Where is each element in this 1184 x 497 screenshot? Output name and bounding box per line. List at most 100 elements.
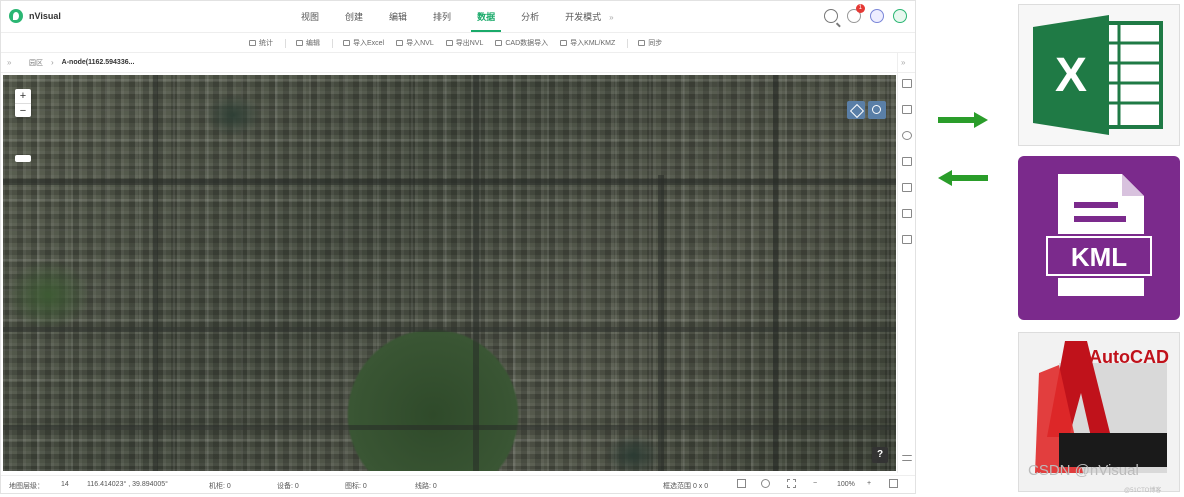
kml-file-icon: KML: [1044, 174, 1154, 296]
kml-label: KML: [1071, 242, 1127, 272]
breadcrumb-chevron-icon: ›: [51, 58, 54, 67]
monitor-icon[interactable]: [902, 235, 912, 244]
satellite-imagery: [3, 75, 896, 471]
import-nvl-button[interactable]: 导入NVL: [396, 38, 434, 48]
icon-count: 图标: 0: [345, 483, 367, 490]
collapse-left-icon[interactable]: »: [7, 58, 11, 67]
zoom-out-icon[interactable]: −: [813, 480, 817, 487]
compass-icon[interactable]: [870, 9, 884, 23]
stats-button[interactable]: 统计: [249, 38, 273, 48]
device-count: 设备: 0: [277, 483, 299, 490]
toolbar-divider: [627, 38, 629, 48]
menu-create[interactable]: 创建: [345, 1, 363, 33]
pointer-icon[interactable]: [737, 479, 746, 488]
app-logo[interactable]: nVisual: [9, 9, 61, 23]
cad-import-button[interactable]: CAD数据导入: [495, 38, 548, 48]
notification-badge: 1: [855, 4, 865, 13]
export-nvl-button[interactable]: 导出NVL: [445, 38, 483, 48]
menu-edit[interactable]: 编辑: [389, 1, 407, 33]
zoom-in-button[interactable]: +: [15, 89, 31, 103]
sync-icon: [638, 40, 646, 46]
stats-icon: [249, 40, 256, 46]
import-icon: [396, 40, 404, 46]
cabinet-count: 机柜: 0: [209, 483, 231, 490]
watermark: CSDN @nVisual: [1028, 462, 1139, 479]
coordinates: 116.414023° , 39.894005°: [87, 481, 168, 488]
help-button[interactable]: ?: [872, 447, 888, 463]
map-road: [3, 425, 896, 430]
map-road: [153, 75, 158, 471]
map-level-value: 14: [61, 481, 69, 488]
map-search-icon[interactable]: [868, 101, 886, 119]
satellite-map[interactable]: + − ?: [3, 75, 896, 471]
document-icon[interactable]: [902, 105, 912, 114]
search-icon[interactable]: [824, 9, 838, 23]
import-kml-label: 导入KML/KMZ: [570, 40, 616, 47]
zoom-out-button[interactable]: −: [15, 103, 31, 117]
main-menu: 视图 创建 编辑 排列 数据 分析 开发模式 »: [301, 1, 614, 33]
menu-more-icon[interactable]: »: [609, 13, 613, 22]
map-level-label: 地图层级：: [9, 483, 44, 490]
app-name: nVisual: [29, 11, 61, 21]
arrow-left-icon: [938, 170, 988, 186]
status-bar: 地图层级： 14 116.414023° , 39.894005° 机柜: 0 …: [1, 475, 915, 493]
export-icon: [445, 40, 453, 46]
cad-icon: [495, 40, 503, 46]
right-tool-sidebar: [897, 53, 915, 473]
zoom-control: + −: [15, 89, 31, 117]
properties-icon[interactable]: [902, 79, 912, 88]
arrow-right-icon: [938, 112, 988, 128]
list-icon[interactable]: [902, 183, 912, 192]
menu-data[interactable]: 数据: [471, 1, 502, 33]
top-menu-bar: nVisual 视图 创建 编辑 排列 数据 分析 开发模式 » 1: [1, 1, 915, 33]
user-avatar-icon[interactable]: [893, 9, 907, 23]
menu-analysis[interactable]: 分析: [521, 1, 539, 33]
selection-range: 框选范围 0 x 0: [663, 483, 709, 490]
edit-label: 编辑: [306, 40, 320, 47]
watermark-sub: @51CTO博客: [1124, 488, 1162, 494]
breadcrumb-root[interactable]: 园区: [29, 58, 43, 68]
zoom-percent: 100%: [837, 481, 855, 488]
breadcrumb: » 园区 › A-node(1162.594336... »: [1, 53, 915, 73]
import-excel-label: 导入Excel: [353, 40, 385, 47]
excel-logo-card: X: [1018, 4, 1180, 146]
sync-label: 同步: [648, 40, 663, 47]
notification-icon[interactable]: 1: [847, 4, 865, 23]
excel-letter: X: [1055, 49, 1087, 102]
breadcrumb-current: A-node(1162.594336...: [61, 59, 135, 66]
menu-arrange[interactable]: 排列: [433, 1, 451, 33]
zoom-level-slider[interactable]: [15, 155, 31, 162]
import-nvl-label: 导入NVL: [406, 40, 434, 47]
image-icon[interactable]: [902, 209, 912, 218]
swap-icon[interactable]: [902, 157, 912, 166]
cad-import-label: CAD数据导入: [505, 40, 549, 47]
import-excel-button[interactable]: 导入Excel: [343, 38, 384, 48]
layers-icon[interactable]: [847, 101, 865, 119]
stats-label: 统计: [259, 40, 273, 47]
nvisual-app-window: nVisual 视图 创建 编辑 排列 数据 分析 开发模式 » 1 统计 编辑: [0, 0, 916, 494]
fit-screen-icon[interactable]: [787, 479, 796, 488]
nvisual-logo-icon: [9, 9, 23, 23]
import-kml-button[interactable]: 导入KML/KMZ: [560, 38, 615, 48]
zoom-in-icon[interactable]: +: [867, 480, 871, 487]
menu-view[interactable]: 视图: [301, 1, 319, 33]
toolbar-divider: [332, 38, 333, 48]
toolbar-divider: [285, 38, 286, 48]
network-icon[interactable]: [902, 131, 912, 140]
map-road: [658, 175, 664, 471]
edit-icon: [296, 40, 303, 46]
settings-icon[interactable]: [761, 479, 770, 488]
map-road: [473, 75, 479, 471]
kml-logo-card: KML: [1018, 156, 1180, 320]
edit-button[interactable]: 编辑: [296, 38, 320, 48]
menu-dev-mode[interactable]: 开发模式: [565, 1, 601, 33]
line-count: 线路: 0: [415, 483, 437, 490]
excel-icon: X: [1033, 15, 1163, 135]
fullscreen-icon[interactable]: [889, 479, 898, 488]
map-road: [3, 179, 896, 185]
menu-icon[interactable]: [902, 455, 912, 461]
import-icon: [343, 40, 350, 46]
map-road: [773, 75, 778, 471]
map-road: [3, 327, 896, 332]
sync-button[interactable]: 同步: [638, 38, 662, 48]
